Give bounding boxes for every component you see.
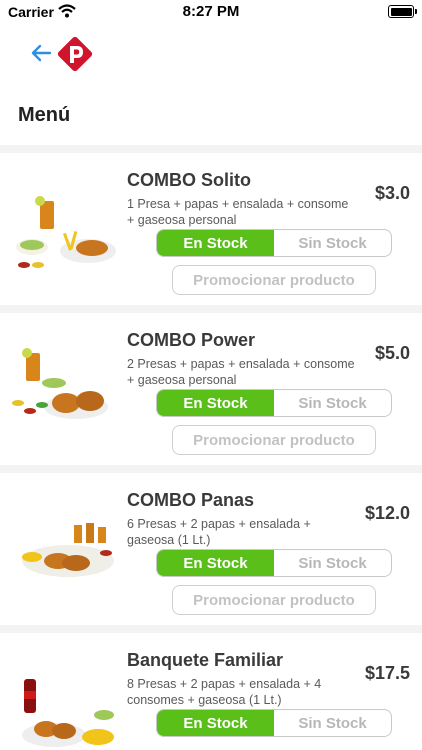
product-image [16,196,116,268]
in-stock-option[interactable]: En Stock [157,550,274,576]
product-description: 8 Presas + 2 papas + ensalada + 4 consom… [127,677,322,707]
product-image [12,348,108,419]
promote-product-button[interactable]: Promocionar producto [172,585,376,615]
out-of-stock-option[interactable]: Sin Stock [274,390,391,416]
product-card: Banquete Familiar 8 Presas + 2 papas + e… [0,633,422,750]
product-name: COMBO Power [127,330,256,350]
product-name: COMBO Solito [127,170,251,190]
product-price: $5.0 [374,343,410,363]
stock-toggle: En Stock Sin Stock [156,549,392,577]
product-price: $3.0 [374,183,410,203]
product-description: 2 Presas + papas + ensalada + consome + … [127,357,355,387]
product-name: COMBO Panas [127,490,255,510]
clock-label: 8:27 PM [182,3,240,20]
in-stock-option[interactable]: En Stock [157,230,274,256]
page-title: Menú [18,104,71,126]
product-card: COMBO Power 2 Presas + papas + ensalada … [0,313,422,465]
product-card: COMBO Solito 1 Presa + papas + ensalada … [0,153,422,305]
promote-product-button[interactable]: Promocionar producto [172,425,376,455]
product-image [22,523,114,577]
stock-toggle: En Stock Sin Stock [156,229,392,257]
out-of-stock-option[interactable]: Sin Stock [274,710,391,736]
divider [0,465,422,473]
product-name: Banquete Familiar [127,650,284,670]
brand-logo [57,36,93,72]
status-bar: Carrier 8:27 PM [0,0,422,24]
product-description: 6 Presas + 2 papas + ensalada + gaseosa … [127,517,311,547]
stock-toggle: En Stock Sin Stock [156,389,392,417]
in-stock-option[interactable]: En Stock [157,710,274,736]
product-description: 1 Presa + papas + ensalada + consome + g… [127,197,349,227]
product-card: COMBO Panas 6 Presas + 2 papas + ensalad… [0,473,422,625]
product-image [22,679,114,747]
product-price: $17.5 [364,663,410,683]
divider [0,145,422,153]
out-of-stock-option[interactable]: Sin Stock [274,550,391,576]
back-arrow-icon[interactable] [28,40,54,66]
promote-product-button[interactable]: Promocionar producto [172,265,376,295]
product-price: $12.0 [364,503,410,523]
battery-icon [388,5,417,18]
divider [0,625,422,633]
stock-toggle: En Stock Sin Stock [156,709,392,737]
in-stock-option[interactable]: En Stock [157,390,274,416]
divider [0,305,422,313]
out-of-stock-option[interactable]: Sin Stock [274,230,391,256]
